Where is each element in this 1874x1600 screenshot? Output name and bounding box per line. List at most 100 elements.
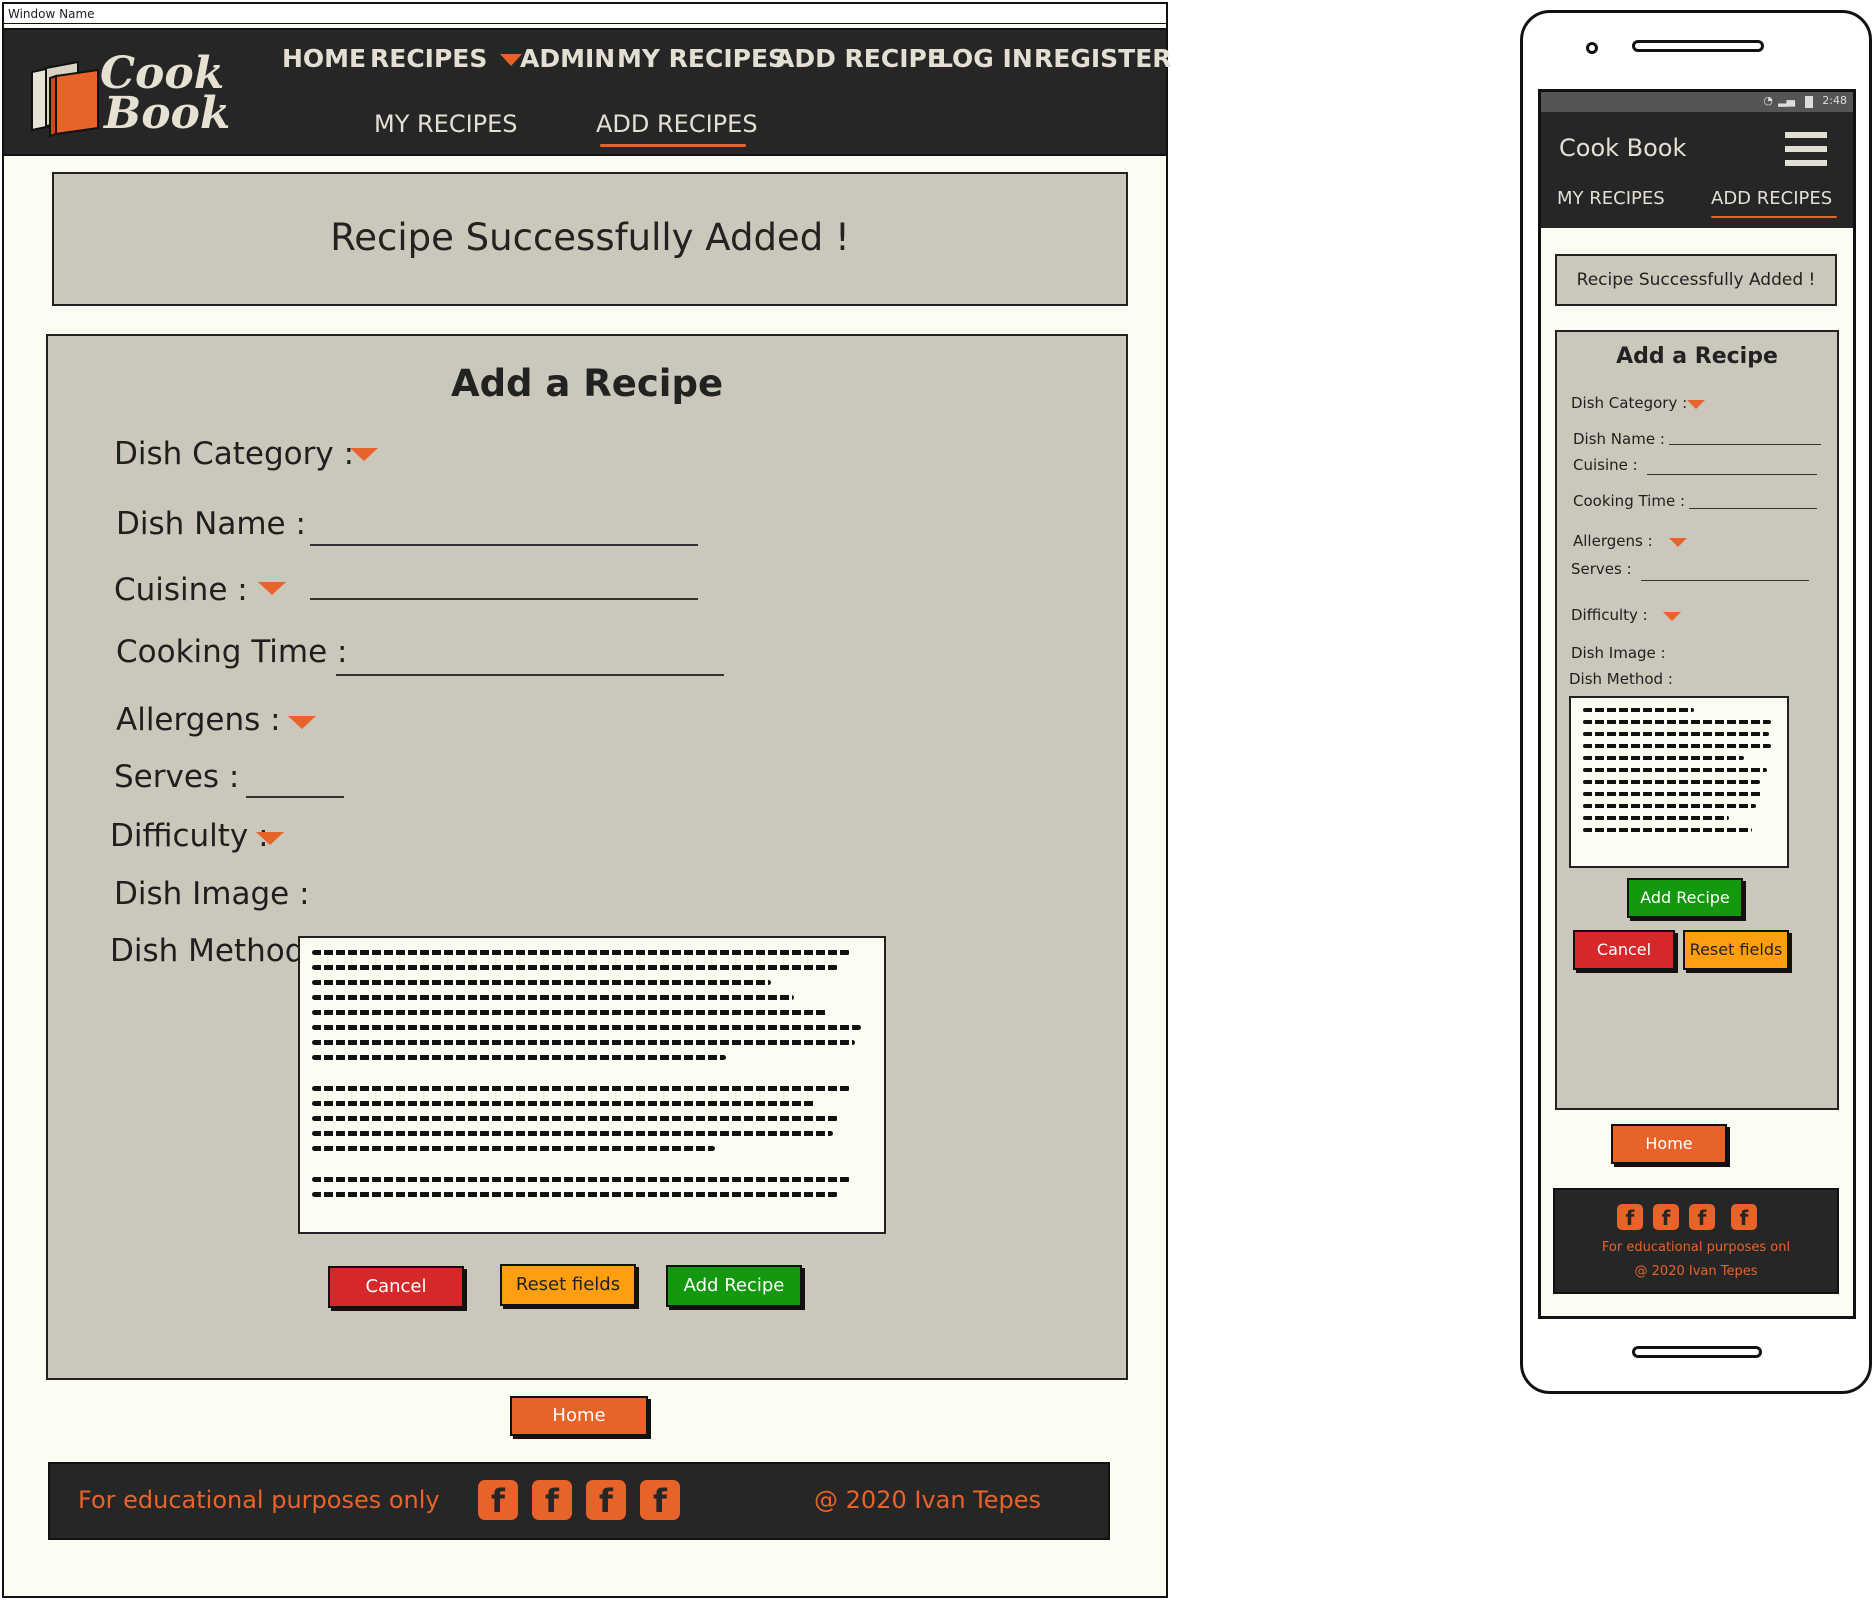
mobile-dish-name-label: Dish Name : — [1573, 430, 1665, 448]
cooking-time-label: Cooking Time : — [116, 634, 348, 670]
nav-recipes-label: RECIPES — [370, 44, 488, 73]
dish-image-label: Dish Image : — [114, 876, 310, 912]
success-message: Recipe Successfully Added ! — [330, 216, 850, 259]
difficulty-label: Difficulty : — [110, 818, 269, 854]
mobile-footer-copyright: @ 2020 Ivan Tepes — [1634, 1264, 1758, 1279]
footer-note: For educational purposes only — [78, 1486, 440, 1514]
mobile-difficulty-dropdown[interactable] — [1663, 612, 1681, 621]
signal-icon: ▂▄ — [1778, 94, 1795, 107]
mobile-cancel-button[interactable]: Cancel — [1573, 930, 1675, 970]
mobile-allergens-dropdown[interactable] — [1669, 538, 1687, 547]
facebook-icon[interactable]: f — [1617, 1204, 1643, 1230]
serves-label: Serves : — [114, 759, 240, 795]
logo[interactable]: Cook Book — [24, 52, 230, 142]
facebook-icon[interactable]: f — [1653, 1204, 1679, 1230]
desktop-window: Window Name Cook Book HOME RECIPES ADMIN… — [2, 2, 1172, 1598]
mobile-cooking-time-input[interactable] — [1689, 508, 1817, 509]
status-time: 2:48 — [1822, 94, 1847, 107]
mobile-cuisine-input[interactable] — [1647, 474, 1817, 475]
mobile-subnav-my-recipes[interactable]: MY RECIPES — [1557, 188, 1665, 209]
form-title: Add a Recipe — [450, 362, 724, 405]
mobile-add-recipe-form: Add a Recipe Dish Category : Dish Name :… — [1555, 330, 1839, 1110]
mobile-reset-fields-button[interactable]: Reset fields — [1683, 930, 1789, 970]
facebook-icon[interactable]: f — [586, 1480, 626, 1520]
mobile-home-button[interactable]: Home — [1611, 1124, 1727, 1164]
wifi-icon: ◔ — [1763, 94, 1773, 107]
mobile-difficulty-label: Difficulty : — [1571, 606, 1648, 624]
mobile-dish-name-input[interactable] — [1669, 444, 1821, 445]
mobile-add-recipe-button[interactable]: Add Recipe — [1627, 878, 1743, 918]
reset-fields-button[interactable]: Reset fields — [500, 1264, 636, 1306]
mobile-subnav-add-recipes[interactable]: ADD RECIPES — [1711, 188, 1832, 209]
nav-admin[interactable]: ADMIN — [520, 44, 615, 73]
subnav-active-underline — [600, 144, 746, 147]
facebook-icon[interactable]: f — [532, 1480, 572, 1520]
footer-copyright: @ 2020 Ivan Tepes — [814, 1486, 1042, 1514]
phone-home-bar — [1632, 1346, 1762, 1358]
status-bar: 2:48 ◔ ▂▄ — [1541, 92, 1853, 112]
caret-down-icon — [500, 54, 523, 66]
mobile-success-message: Recipe Successfully Added ! — [1576, 270, 1816, 290]
logo-text-book: Book — [104, 88, 231, 139]
cuisine-dropdown[interactable] — [258, 582, 286, 595]
add-recipe-form: Add a Recipe Dish Category : Dish Name :… — [46, 334, 1128, 1380]
nav-my-recipes[interactable]: MY RECIPES — [617, 44, 786, 73]
cuisine-label: Cuisine : — [114, 572, 248, 608]
dish-category-label: Dish Category : — [114, 436, 355, 472]
allergens-label: Allergens : — [116, 702, 281, 738]
mobile-dish-method-textarea[interactable] — [1569, 696, 1789, 868]
mobile-footer-note: For educational purposes onl — [1601, 1240, 1791, 1255]
subnav-add-recipes[interactable]: ADD RECIPES — [596, 110, 758, 138]
difficulty-dropdown[interactable] — [256, 832, 284, 845]
home-button[interactable]: Home — [510, 1396, 648, 1436]
mobile-allergens-label: Allergens : — [1573, 532, 1653, 550]
book-icon — [31, 60, 99, 138]
mobile-footer: f f f f For educational purposes onl @ 2… — [1553, 1188, 1839, 1294]
mobile-dish-image-label: Dish Image : — [1571, 644, 1666, 662]
nav-home[interactable]: HOME — [282, 44, 366, 73]
dish-method-label: Dish Method — [110, 933, 305, 969]
allergens-dropdown[interactable] — [288, 716, 316, 729]
cooking-time-input[interactable] — [336, 674, 724, 676]
dish-category-dropdown[interactable] — [350, 448, 378, 461]
nav-recipes[interactable]: RECIPES — [370, 44, 523, 73]
mobile-cuisine-label: Cuisine : — [1573, 456, 1638, 474]
mobile-dish-method-label: Dish Method : — [1569, 670, 1673, 688]
mobile-dish-category-label: Dish Category : — [1571, 394, 1688, 412]
facebook-icon[interactable]: f — [1689, 1204, 1715, 1230]
mobile-cooking-time-label: Cooking Time : — [1573, 492, 1686, 510]
serves-input[interactable] — [246, 796, 344, 798]
mobile-success-message-box: Recipe Successfully Added ! — [1555, 254, 1837, 306]
nav-add-recipe[interactable]: ADD RECIPE — [775, 44, 944, 73]
cuisine-input[interactable] — [310, 598, 698, 600]
phone-camera — [1586, 42, 1598, 54]
dish-name-label: Dish Name : — [116, 506, 306, 542]
hamburger-icon[interactable] — [1785, 132, 1827, 170]
placeholder-text — [312, 950, 872, 1197]
window-title: Window Name — [4, 4, 1166, 24]
mobile-dish-category-dropdown[interactable] — [1687, 400, 1705, 409]
facebook-icon[interactable]: f — [640, 1480, 680, 1520]
facebook-icon[interactable]: f — [1731, 1204, 1757, 1230]
mobile-brand[interactable]: Cook Book — [1559, 134, 1686, 162]
subnav-my-recipes[interactable]: MY RECIPES — [374, 110, 518, 138]
dish-name-input[interactable] — [310, 544, 698, 546]
facebook-icon[interactable]: f — [478, 1480, 518, 1520]
mobile-subnav-active-underline — [1711, 216, 1837, 218]
navbar: Cook Book HOME RECIPES ADMIN MY RECIPES … — [4, 28, 1172, 156]
mobile-serves-input[interactable] — [1641, 580, 1809, 581]
success-message-box: Recipe Successfully Added ! — [52, 172, 1128, 306]
dish-method-textarea[interactable] — [298, 936, 886, 1234]
nav-register[interactable]: REGISTER — [1034, 44, 1172, 73]
mobile-placeholder-text — [1583, 708, 1775, 832]
nav-log-in[interactable]: LOG IN — [937, 44, 1033, 73]
mobile-screen: 2:48 ◔ ▂▄ Cook Book MY RECIPES ADD RECIP… — [1538, 89, 1856, 1319]
mobile-navbar: Cook Book MY RECIPES ADD RECIPES — [1541, 112, 1853, 228]
battery-icon — [1805, 96, 1813, 108]
mobile-serves-label: Serves : — [1571, 560, 1632, 578]
footer: For educational purposes only f f f f @ … — [48, 1462, 1110, 1540]
cancel-button[interactable]: Cancel — [328, 1266, 464, 1308]
add-recipe-button[interactable]: Add Recipe — [666, 1265, 802, 1307]
phone-speaker — [1632, 40, 1764, 52]
mobile-form-title: Add a Recipe — [1616, 344, 1778, 369]
